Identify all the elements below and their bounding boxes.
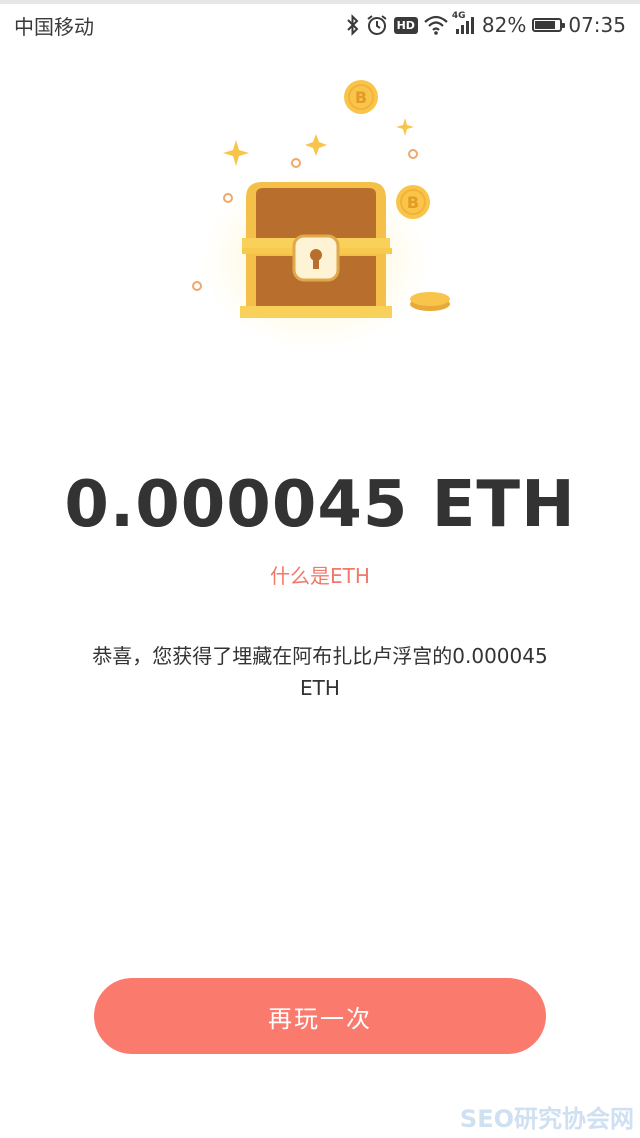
status-icons: HD 4G 82% 07:35: [346, 10, 626, 40]
sparkle-icon: [305, 134, 327, 156]
sparkle-icon: [396, 118, 414, 136]
what-is-eth-link[interactable]: 什么是ETH: [0, 560, 640, 589]
status-bar: 中国移动 HD 4G 82% 07:35: [0, 0, 640, 44]
bluetooth-icon: [346, 14, 360, 36]
clock-time: 07:35: [568, 13, 626, 37]
hd-voice-badge: HD: [393, 16, 418, 34]
network-type-label: 4G: [451, 11, 466, 21]
battery-fill: [535, 21, 556, 29]
carrier-name: 中国移动: [14, 15, 94, 39]
treasure-chest-icon: B B: [192, 80, 450, 350]
sparkle-icon: [223, 140, 249, 166]
watermark: SEO研究协会网: [459, 1105, 634, 1133]
reward-amount: 0.000045 ETH: [64, 468, 576, 542]
chest-icon: [240, 182, 392, 318]
app-screen: 中国移动 HD 4G 82% 07:35 B B 0.000045 ETH 什么…: [0, 0, 640, 1138]
alarm-clock-icon: [366, 14, 388, 36]
svg-text:B: B: [407, 193, 419, 212]
battery-percent: 82%: [481, 13, 527, 37]
coin-stack-icon: [410, 292, 450, 311]
congratulations-message: 恭喜，您获得了埋藏在阿布扎比卢浮宫的0.000045 ETH: [92, 644, 548, 700]
coin-icon: B: [396, 185, 430, 219]
wifi-icon: [424, 15, 448, 35]
svg-text:B: B: [355, 88, 367, 107]
treasure-illustration: B B: [180, 70, 470, 360]
battery-icon: [532, 18, 566, 32]
coin-icon: B: [344, 80, 378, 114]
cellular-signal-icon: 4G: [452, 11, 476, 35]
play-again-button[interactable]: 再玩一次: [94, 978, 546, 1054]
